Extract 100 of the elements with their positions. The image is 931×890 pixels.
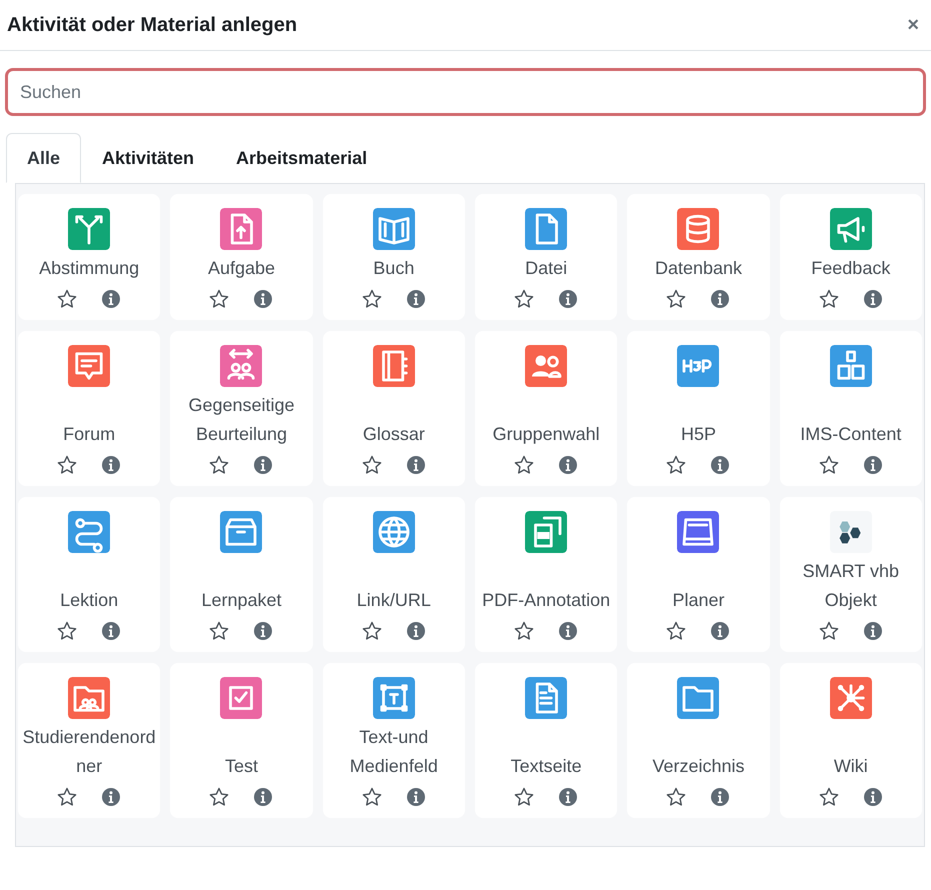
info-icon[interactable]	[404, 786, 427, 808]
star-icon[interactable]	[208, 786, 230, 808]
info-icon[interactable]	[557, 620, 580, 642]
activity-card[interactable]: Planer	[627, 497, 770, 652]
star-icon[interactable]	[360, 620, 383, 642]
activity-card[interactable]: Studierendenordner	[18, 663, 160, 818]
dialog-title: Aktivität oder Material anlegen	[7, 14, 298, 36]
activity-card[interactable]: Datei	[474, 194, 618, 320]
star-icon[interactable]	[513, 786, 536, 808]
info-icon[interactable]	[709, 620, 732, 642]
info-icon[interactable]	[100, 786, 122, 808]
activity-card[interactable]: Textseite	[474, 663, 618, 818]
search-field[interactable]: Suchen	[5, 68, 926, 116]
close-button[interactable]: ×	[903, 14, 923, 36]
info-icon[interactable]	[100, 454, 122, 476]
activity-label: Link/URL	[356, 589, 431, 612]
activity-label: Forum	[63, 423, 116, 446]
activity-card[interactable]: Lernpaket	[170, 497, 313, 652]
activity-card[interactable]: Abstimmung	[18, 194, 160, 320]
activity-label: Studierendenordner	[22, 726, 157, 778]
info-icon[interactable]	[252, 288, 274, 310]
activity-label: SMART vhb Objekt	[802, 560, 900, 612]
star-icon[interactable]	[818, 454, 840, 476]
activity-label: PDF-Annotation	[482, 589, 610, 612]
star-icon[interactable]	[56, 786, 78, 808]
info-icon[interactable]	[557, 454, 580, 476]
star-icon[interactable]	[513, 454, 536, 476]
star-icon[interactable]	[56, 288, 78, 310]
activity-label: Glossar	[362, 423, 425, 446]
activity-card[interactable]: Test	[170, 663, 313, 818]
info-icon[interactable]	[404, 454, 427, 476]
activity-label: Datenbank	[654, 257, 742, 280]
info-icon[interactable]	[252, 620, 274, 642]
activity-card[interactable]: Gegenseitige Beurteilung	[170, 331, 313, 486]
tab[interactable]: Aktivitäten	[81, 133, 216, 183]
info-icon[interactable]	[100, 288, 122, 310]
activity-label: Verzeichnis	[652, 755, 745, 778]
star-icon[interactable]	[208, 288, 230, 310]
info-icon[interactable]	[252, 786, 274, 808]
activity-label: Abstimmung	[39, 257, 140, 280]
info-icon[interactable]	[404, 620, 427, 642]
star-icon[interactable]	[360, 288, 383, 310]
activity-label: Text-und Medienfeld	[348, 726, 439, 778]
info-icon[interactable]	[404, 288, 427, 310]
info-icon[interactable]	[100, 620, 122, 642]
activity-label: Wiki	[834, 755, 868, 778]
activity-card[interactable]: IMS-Content	[780, 331, 922, 486]
activity-card[interactable]: Glossar	[322, 331, 465, 486]
activity-label: Aufgabe	[208, 257, 276, 280]
info-icon[interactable]	[709, 454, 732, 476]
star-icon[interactable]	[513, 620, 536, 642]
info-icon[interactable]	[557, 786, 580, 808]
activity-card[interactable]: Text-und Medienfeld	[322, 663, 465, 818]
star-icon[interactable]	[513, 288, 536, 310]
star-icon[interactable]	[360, 454, 383, 476]
star-icon[interactable]	[208, 620, 230, 642]
info-icon[interactable]	[862, 454, 884, 476]
star-icon[interactable]	[360, 786, 383, 808]
activity-card[interactable]: Datenbank	[627, 194, 770, 320]
activity-label: IMS-Content	[800, 423, 902, 446]
info-icon[interactable]	[709, 786, 732, 808]
star-icon[interactable]	[56, 454, 78, 476]
activity-card[interactable]: PDF-Annotation	[474, 497, 618, 652]
activity-card[interactable]: Buch	[322, 194, 465, 320]
activity-label: Datei	[525, 257, 568, 280]
info-icon[interactable]	[252, 454, 274, 476]
activity-label: Buch	[373, 257, 414, 280]
activity-card[interactable]: SMART vhb Objekt	[780, 497, 922, 652]
activity-card[interactable]: Gruppenwahl	[474, 331, 618, 486]
info-icon[interactable]	[862, 288, 884, 310]
activity-card[interactable]: Link/URL	[322, 497, 465, 652]
activity-label: Feedback	[811, 257, 890, 280]
activity-card[interactable]: Aufgabe	[170, 194, 313, 320]
activity-label: H5P	[680, 423, 716, 446]
star-icon[interactable]	[818, 288, 840, 310]
activity-card[interactable]: Forum	[18, 331, 160, 486]
activity-label: Lernpaket	[201, 589, 282, 612]
star-icon[interactable]	[818, 620, 840, 642]
activity-card[interactable]: Verzeichnis	[627, 663, 770, 818]
star-icon[interactable]	[665, 620, 688, 642]
activity-label: Test	[224, 755, 258, 778]
info-icon[interactable]	[557, 288, 580, 310]
tab[interactable]: Arbeitsmaterial	[215, 133, 388, 183]
star-icon[interactable]	[208, 454, 230, 476]
activity-label: Planer	[672, 589, 724, 612]
star-icon[interactable]	[665, 288, 688, 310]
star-icon[interactable]	[818, 786, 840, 808]
activity-label: Gruppenwahl	[492, 423, 600, 446]
activity-label: Gegenseitige Beurteilung	[187, 394, 296, 446]
activity-card[interactable]: Feedback	[780, 194, 922, 320]
activity-card[interactable]: Lektion	[18, 497, 160, 652]
activity-card[interactable]: Wiki	[780, 663, 922, 818]
star-icon[interactable]	[665, 454, 688, 476]
star-icon[interactable]	[56, 620, 78, 642]
star-icon[interactable]	[665, 786, 688, 808]
info-icon[interactable]	[862, 786, 884, 808]
info-icon[interactable]	[709, 288, 732, 310]
info-icon[interactable]	[862, 620, 884, 642]
activity-card[interactable]: H5P	[627, 331, 770, 486]
tab[interactable]: Alle	[6, 133, 82, 183]
